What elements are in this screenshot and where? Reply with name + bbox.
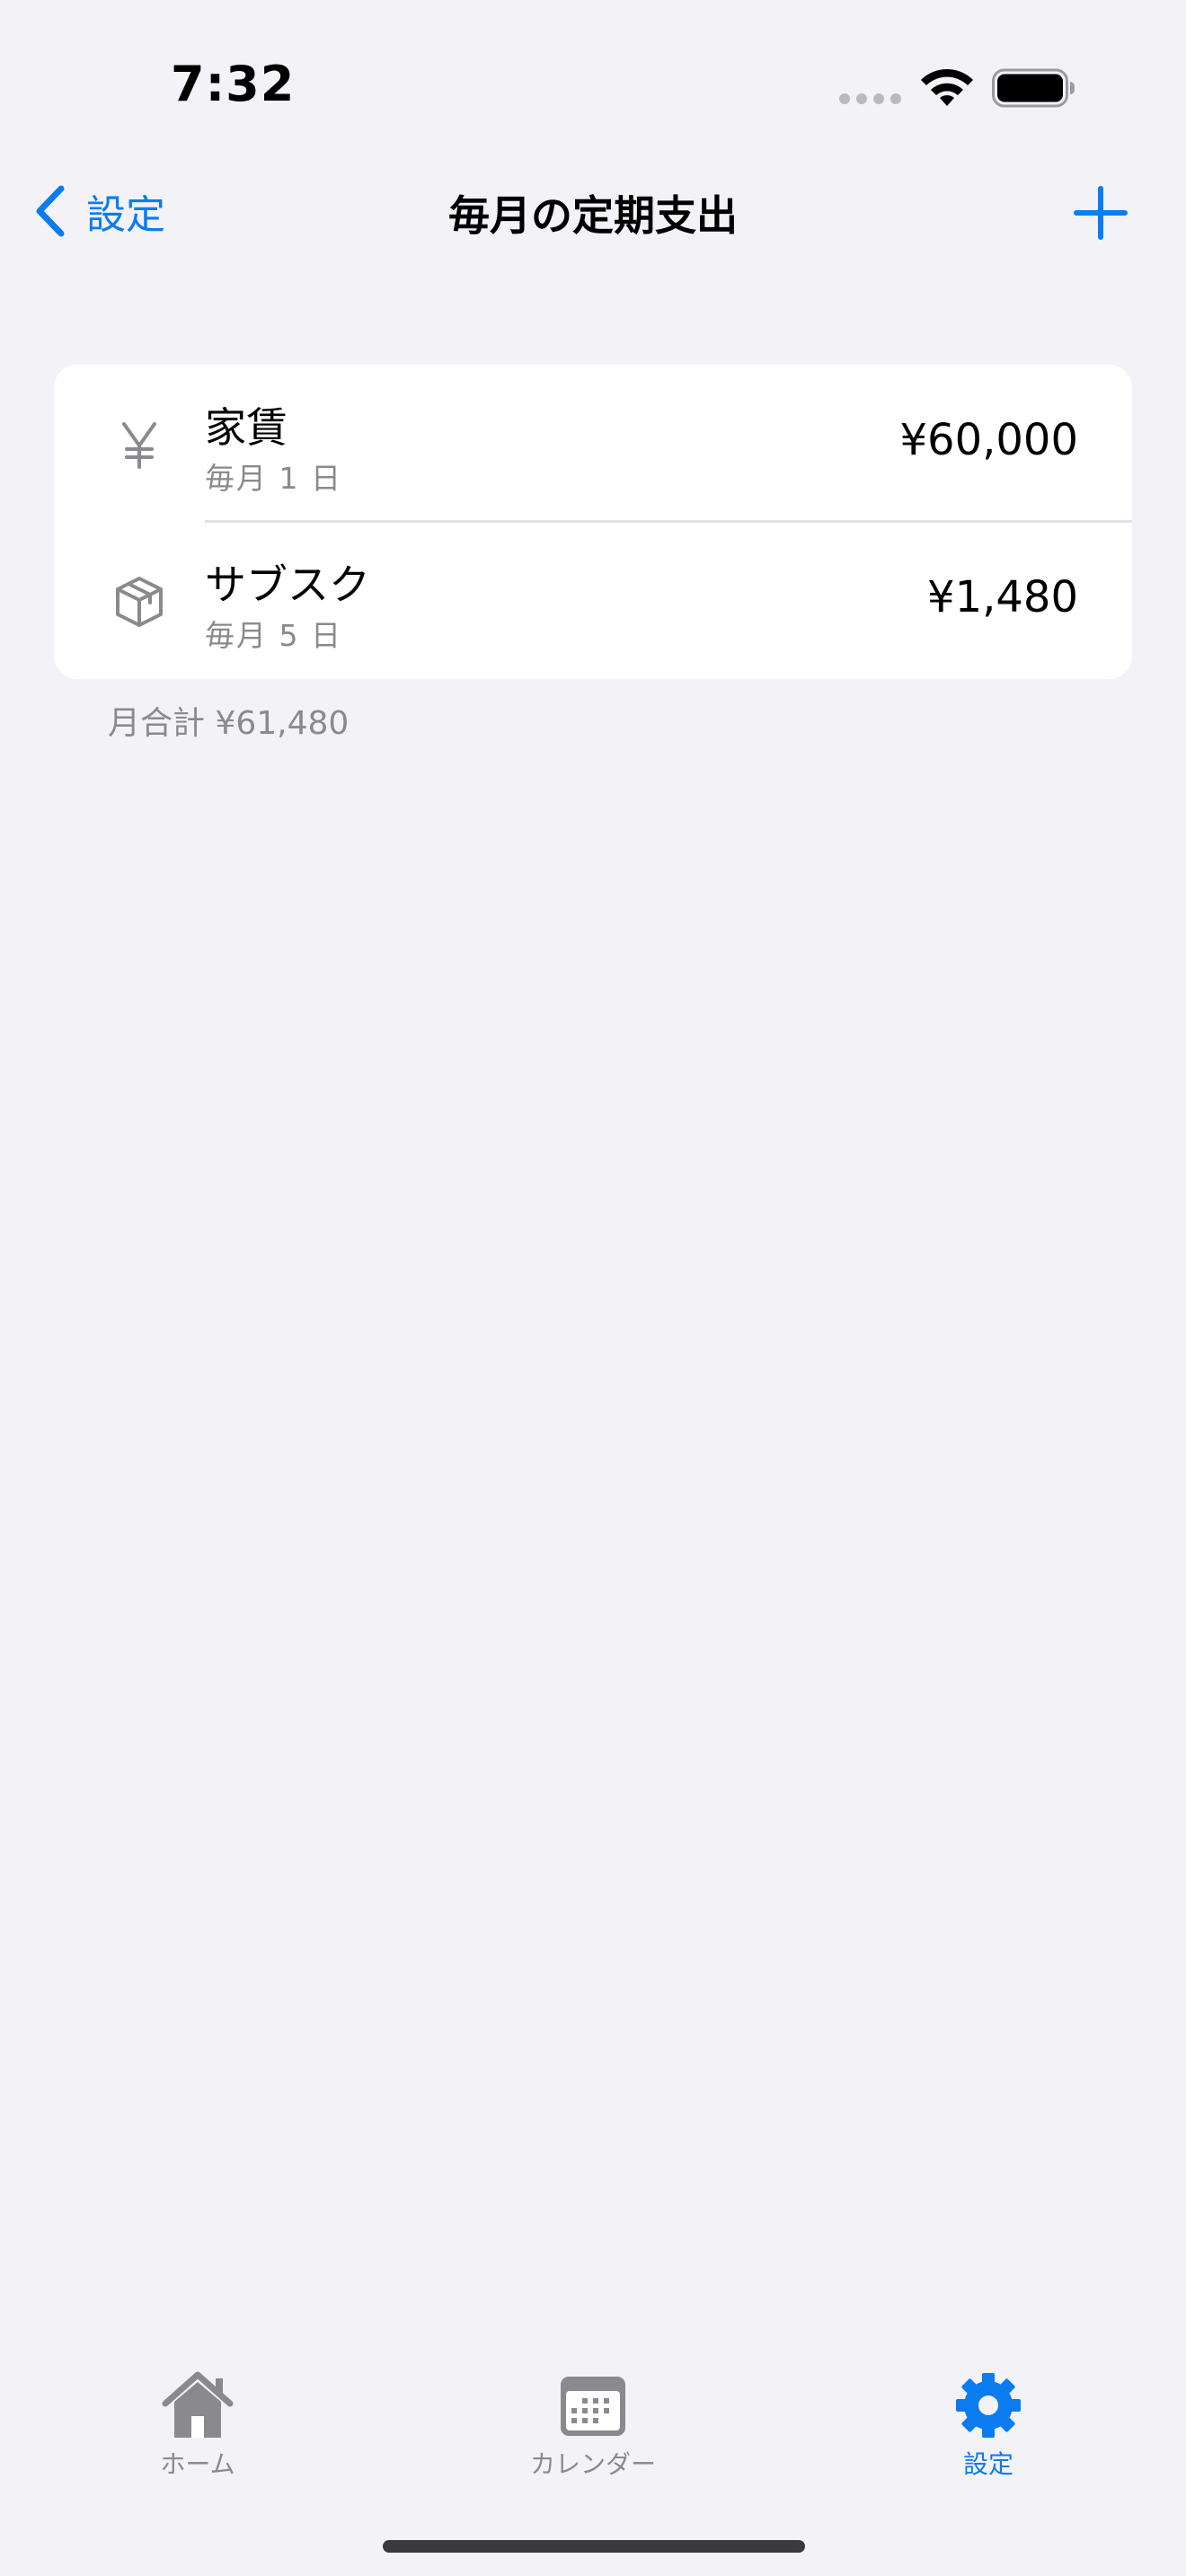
tab-calendar[interactable]: カレンダー (485, 2362, 701, 2488)
cellular-signal-icon (839, 93, 901, 104)
calendar-icon (561, 2377, 625, 2436)
list-item-subscription[interactable]: サブスク 毎月 5 日 ¥1,480 (54, 522, 1132, 679)
tab-settings-label: 設定 (962, 2449, 1013, 2479)
yen-icon (122, 422, 156, 469)
recurring-expense-list: 家賃 毎月 1 日 ¥60,000 サブスク 毎月 5 日 ¥1,480 (54, 365, 1132, 679)
list-item-rent[interactable]: 家賃 毎月 1 日 ¥60,000 (54, 365, 1132, 523)
expense-title: サブスク (205, 560, 370, 609)
expense-amount: ¥1,480 (927, 572, 1078, 622)
house-icon (162, 2371, 234, 2438)
status-time: 7:32 (171, 56, 296, 112)
home-indicator[interactable] (383, 2540, 805, 2553)
tab-home-label: ホーム (160, 2449, 235, 2479)
plus-icon[interactable] (1071, 183, 1130, 243)
wifi-icon (921, 68, 973, 106)
tab-calendar-label: カレンダー (529, 2449, 656, 2479)
box-icon (116, 577, 163, 627)
battery-icon (992, 68, 1075, 108)
screen: 7:32 設定 毎月の定期支出 家賃 毎月 1 日 ¥60,000 サブスク 毎… (0, 0, 1186, 2576)
gear-icon (956, 2373, 1021, 2438)
expense-title: 家賃 (205, 403, 288, 452)
monthly-total: 月合計 ¥61,480 (108, 705, 350, 742)
expense-amount: ¥60,000 (899, 415, 1079, 465)
expense-schedule: 毎月 5 日 (205, 618, 342, 653)
expense-schedule: 毎月 1 日 (205, 461, 342, 496)
page-title: 毎月の定期支出 (448, 191, 738, 240)
tab-settings[interactable]: 設定 (881, 2362, 1096, 2488)
tab-home[interactable]: ホーム (90, 2362, 305, 2488)
